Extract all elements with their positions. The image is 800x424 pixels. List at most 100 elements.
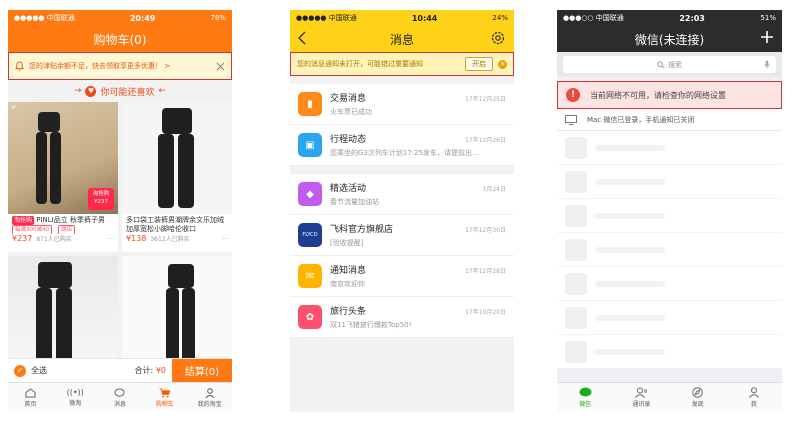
product-price-row: ¥138 3612人已购买 ··· [122,234,232,243]
back-chevron-icon[interactable] [298,31,306,45]
product-image [122,102,232,214]
suitcase-icon: ▣ [298,133,322,157]
sale-badge: 淘抢购 ¥237 [88,188,114,210]
list-item[interactable] [557,165,782,199]
nav-bar: 微信(未连接) [557,26,782,52]
carrier: ●●●●● 中国联通 [296,14,357,22]
total-value: ¥0 [155,366,166,375]
list-item[interactable] [557,199,782,233]
page-title: 购物车(0) [93,32,147,47]
checkout-button[interactable]: 结算(0) [172,358,232,383]
battery: 24% [492,14,508,22]
list-item[interactable] [557,301,782,335]
nav-bar: 消息 [290,26,514,52]
select-all-label: 全选 [31,366,47,375]
more-icon[interactable]: ··· [222,236,228,243]
user-icon [748,387,759,398]
tab-my-taobao[interactable]: 我的淘宝 [187,383,232,412]
tag-icon: ◆ [298,182,322,206]
page-title: 微信(未连接) [634,32,705,47]
select-all-checkbox[interactable]: ✓ [14,364,26,377]
message-item-travel[interactable]: ✿ 旅行头条 17年10月20日 双11飞猪旅行爆款Top50! [290,297,514,338]
monitor-icon [565,114,577,125]
flash-sale-tag: 淘抢购 [12,216,35,225]
plus-icon[interactable] [760,30,774,44]
network-error-banner[interactable]: ! 当前网络不可用，请检查你的网络设置 [557,81,782,109]
notification-disabled-banner: 您的消息通知未打开，可能错过重要通知 开启 × [290,52,514,76]
mac-login-notice[interactable]: Mac 微信已登录，手机通知已关闭 [557,109,782,131]
close-icon[interactable] [216,62,225,71]
network-error-text: 当前网络不可用，请检查你的网络设置 [590,90,726,100]
notice-text: 您的津贴余额不足，快去领取享更多优惠！ > [29,62,171,70]
tab-contacts[interactable]: 通讯录 [613,383,669,412]
product-image [122,256,232,368]
close-icon[interactable]: × [498,59,507,69]
message-item-activity[interactable]: ◆ 精选活动 1月24日 春节流量加油站 [290,174,514,215]
page-title: 消息 [389,32,414,47]
tab-messages[interactable]: 消息 [98,383,143,412]
search-input[interactable]: 搜索 [563,56,776,73]
product-image: P 淘抢购 ¥237 [8,102,118,214]
product-card[interactable]: P 淘抢购 ¥237 淘抢购 PINLI品立 秋季裤子男 每满300减40 跨店… [8,102,118,252]
wechat-screen: ●●●○○ 中国联通 22:03 51% 微信(未连接) 搜索 ! 当前网络不可… [557,10,782,412]
broadcast-icon: ((•)) [66,388,84,397]
taobao-cart-screen: ●●●●● 中国联通 20:49 78% 购物车(0) 您的津贴余额不足，快去领… [8,10,232,412]
tab-discover[interactable]: 发现 [670,383,726,412]
search-bar: 搜索 [557,52,782,77]
home-icon [25,387,36,398]
message-item-notice[interactable]: ✉ 通知消息 17年12月28日 南京欢迎你 [290,256,514,297]
microphone-icon[interactable] [764,60,770,69]
nav-bar: 购物车(0) [8,26,232,52]
messages-screen: ●●●●● 中国联通 10:44 24% 消息 您的消息通知未打开，可能错过重要… [290,10,514,412]
tab-weitao[interactable]: ((•)) 微淘 [53,383,98,412]
flyco-logo: FLYCO [298,223,322,247]
chat-list-placeholder [557,131,782,369]
more-icon[interactable]: ··· [108,236,114,243]
product-image [8,256,118,368]
status-bar: ●●●○○ 中国联通 22:03 51% [557,10,782,26]
message-item-flyco-store[interactable]: FLYCO 飞科官方旗舰店 17年12月30日 [验收提醒] [290,215,514,256]
guess-you-like-header: → ♥ 你可能还喜欢 ← [8,80,232,102]
warning-icon: ! [566,88,580,102]
gear-icon[interactable] [490,30,506,46]
clock: 20:49 [129,13,156,23]
clock: 22:03 [679,13,705,23]
user-icon [205,387,214,398]
tab-bar: 首页 ((•)) 微淘 消息 购物车 我的淘宝 [8,382,232,412]
search-icon [657,60,665,69]
product-price-row: ¥237 871人已购买 ··· [8,234,118,243]
banner-text: 您的消息通知未打开，可能错过重要通知 [297,60,423,68]
carrier: ●●●○○ 中国联通 [563,14,624,22]
status-bar: ●●●●● 中国联通 20:49 78% [8,10,232,26]
compass-icon [692,387,703,398]
allowance-notice[interactable]: 您的津贴余额不足，快去领取享更多优惠！ > [8,52,232,80]
message-item-trip[interactable]: ▣ 行程动态 17年12月26日 您乘坐的G3次列车计划17:25发车，请提前出.… [290,125,514,166]
contacts-icon [635,387,648,398]
promo-tag-2: 跨店 [58,225,76,234]
carrier: ●●●●● 中国联通 [14,14,75,22]
tab-wechat[interactable]: 微信 [557,383,613,412]
promo-tag: 每满300减40 [12,225,52,234]
list-item[interactable] [557,233,782,267]
product-name: 淘抢购 PINLI品立 秋季裤子男 每满300减40 跨店 [8,214,118,234]
list-item[interactable] [557,131,782,165]
sold-count: 3612人已购买 [150,236,190,243]
list-item[interactable] [557,335,782,369]
cart-icon [159,387,170,398]
product-card[interactable]: 多口袋工装裤男潮牌余文乐加绒加厚宽松小脚哈伦收口 ¥138 3612人已购买 ·… [122,102,232,252]
tab-cart[interactable]: 购物车 [142,383,187,412]
bell-icon [15,61,24,71]
clock: 10:44 [411,13,438,23]
envelope-icon: ✉ [298,264,322,288]
brand-logo: P [12,105,16,112]
price: ¥237 [12,234,33,243]
sold-count: 871人已购买 [36,236,72,243]
message-item-trade[interactable]: ▮ 交易消息 17年12月25日 火车票已成功 [290,84,514,125]
checkout-bar: ✓ 全选 合计: ¥0 结算(0) [8,358,232,383]
tab-home[interactable]: 首页 [8,383,53,412]
heart-icon: ♥ [85,85,97,97]
tab-me[interactable]: 我 [726,383,782,412]
list-item[interactable] [557,267,782,301]
chat-bubble-icon [579,387,592,397]
enable-button[interactable]: 开启 [465,57,493,71]
